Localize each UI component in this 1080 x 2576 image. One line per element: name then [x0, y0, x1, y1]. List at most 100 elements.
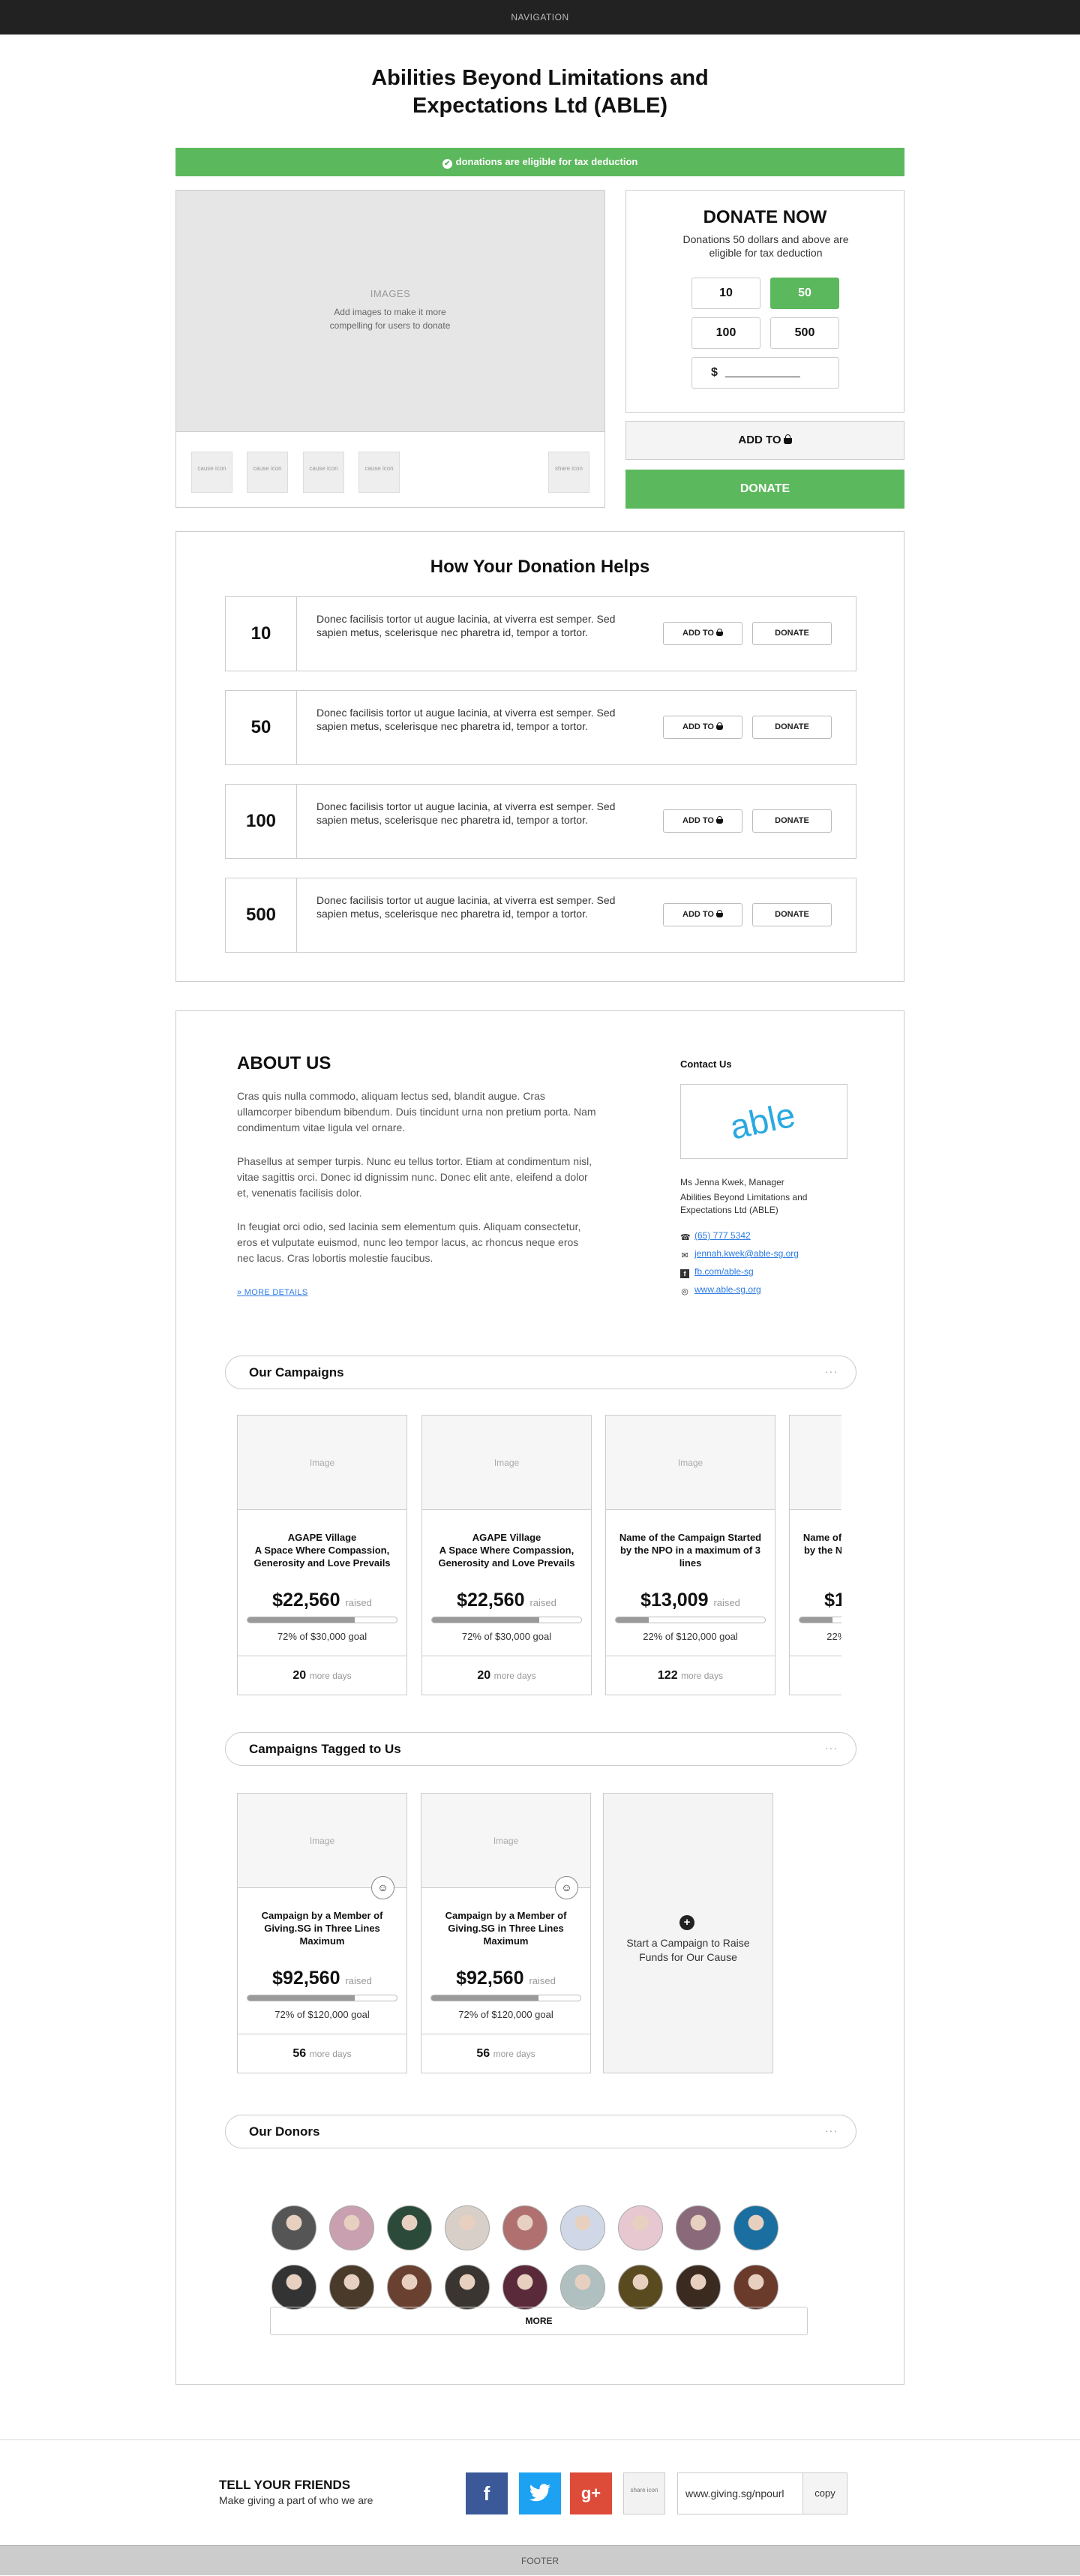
donor-avatar[interactable] [618, 2265, 663, 2310]
campaigns-carousel[interactable]: Image AGAPE Village A Space Where Compas… [237, 1415, 842, 1696]
tier-donate-button[interactable]: DONATE [752, 716, 832, 739]
more-donors-button[interactable]: MORE [270, 2307, 808, 2335]
tagged-campaign-card[interactable]: Image ☺ Campaign by a Member of Giving.S… [421, 1793, 591, 2073]
donor-avatar[interactable] [676, 2265, 721, 2310]
our-donors-title: Our Donors [249, 2115, 320, 2148]
cause-icon[interactable]: cause icon [191, 452, 232, 493]
campaign-raised: $92,560 raised [429, 1968, 583, 1989]
our-campaigns-header[interactable]: Our Campaigns ··· [225, 1356, 856, 1389]
donor-avatar[interactable] [387, 2265, 432, 2310]
raised-label: raised [345, 1975, 371, 1986]
tier-add-to-button[interactable]: ADD TO [663, 622, 742, 645]
donor-avatar[interactable] [734, 2265, 778, 2310]
more-options-icon[interactable]: ··· [825, 2115, 838, 2146]
amount-option-10[interactable]: 10 [692, 278, 760, 309]
campaign-goal: 72% of $30,000 goal [238, 1631, 406, 1642]
campaign-raised: $22,560 raised [430, 1590, 584, 1611]
more-options-icon[interactable]: ··· [825, 1733, 838, 1764]
more-details-link[interactable]: » MORE DETAILS [237, 1288, 308, 1297]
tier-description: Donec facilisis tortor ut augue lacinia,… [316, 612, 639, 639]
image-gallery: IMAGES Add images to make it more compel… [176, 190, 605, 508]
donor-avatar[interactable] [560, 2205, 605, 2250]
campaign-days-left: 20 more days [422, 1656, 591, 1695]
campaign-title: Campaign by a Member of Giving.SG in Thr… [429, 1909, 583, 1947]
donor-avatar[interactable] [272, 2265, 316, 2310]
donor-avatar[interactable] [445, 2265, 490, 2310]
campaign-raised: $13,009 raised [614, 1590, 767, 1611]
start-campaign-card[interactable]: + Start a Campaign to Raise Funds for Ou… [603, 1793, 773, 2073]
campaign-progress-bar [799, 1617, 842, 1623]
tier-add-to-button[interactable]: ADD TO [663, 716, 742, 739]
donor-avatar[interactable] [272, 2205, 316, 2250]
tier-description: Donec facilisis tortor ut augue lacinia,… [316, 800, 639, 827]
more-options-icon[interactable]: ··· [825, 1356, 838, 1387]
donor-avatar[interactable] [387, 2205, 432, 2250]
donor-avatar[interactable] [618, 2205, 663, 2250]
website-link[interactable]: www.able-sg.org [694, 1284, 761, 1295]
donor-avatar[interactable] [445, 2205, 490, 2250]
mail-icon: ✉ [680, 1251, 689, 1260]
campaign-card[interactable]: Image Name of the Campaign Started by th… [605, 1415, 776, 1695]
tier-donate-button[interactable]: DONATE [752, 809, 832, 833]
donor-avatar[interactable] [329, 2205, 374, 2250]
cause-icon[interactable]: cause icon [303, 452, 344, 493]
facebook-link[interactable]: fb.com/able-sg [694, 1266, 754, 1277]
share-url-field[interactable]: www.giving.sg/npourl [677, 2472, 803, 2514]
copy-url-button[interactable]: copy [802, 2472, 848, 2514]
contact-website[interactable]: ◎ www.able-sg.org [680, 1284, 761, 1296]
add-to-label: ADD TO [682, 629, 714, 638]
tax-deduction-banner: ✔donations are eligible for tax deductio… [176, 148, 904, 176]
campaign-progress-bar [430, 1995, 581, 2001]
donate-button[interactable]: DONATE [626, 470, 904, 509]
tier-add-to-button[interactable]: ADD TO [663, 809, 742, 833]
tier-donate-button[interactable]: DONATE [752, 622, 832, 645]
custom-amount-input[interactable]: $ [692, 357, 839, 389]
navigation-bar[interactable]: NAVIGATION [0, 0, 1080, 35]
campaign-goal: 22% of $120,000 goal [606, 1631, 775, 1642]
contact-facebook[interactable]: ffb.com/able-sg [680, 1266, 754, 1278]
cause-icon[interactable]: cause icon [358, 452, 400, 493]
tagged-campaign-card[interactable]: Image ☺ Campaign by a Member of Giving.S… [237, 1793, 407, 2073]
share-icon[interactable]: share icon [623, 2472, 665, 2514]
email-link[interactable]: jennah.kwek@able-sg.org [694, 1248, 799, 1259]
check-circle-icon: ✔ [442, 159, 452, 169]
campaign-card[interactable]: Image AGAPE Village A Space Where Compas… [237, 1415, 407, 1695]
raised-amount: $92,560 [456, 1968, 524, 1989]
about-paragraph: In feugiat orci odio, sed lacinia sem el… [237, 1219, 597, 1266]
campaign-card[interactable]: Image AGAPE Village A Space Where Compas… [422, 1415, 592, 1695]
amount-option-50-selected[interactable]: 50 [770, 278, 839, 309]
google-plus-share-icon[interactable]: g+ [570, 2472, 612, 2514]
basket-icon [716, 725, 723, 730]
days-label: more days [494, 1671, 536, 1681]
donor-avatar[interactable] [502, 2205, 548, 2250]
tier-donate-button[interactable]: DONATE [752, 903, 832, 926]
add-to-label: ADD TO [682, 816, 714, 825]
amount-option-100[interactable]: 100 [692, 317, 760, 349]
tier-add-to-button[interactable]: ADD TO [663, 903, 742, 926]
campaign-raised: $92,560 raised [245, 1968, 399, 1989]
tell-friends-subtitle: Make giving a part of who we are [219, 2494, 373, 2506]
donor-avatar[interactable] [329, 2265, 374, 2310]
donor-avatar[interactable] [676, 2205, 721, 2250]
globe-icon: ◎ [680, 1287, 689, 1296]
campaign-progress-bar [247, 1617, 398, 1623]
contact-phone[interactable]: ☎ (65) 777 5342 [680, 1230, 751, 1242]
cause-icon[interactable]: cause icon [247, 452, 288, 493]
donor-avatar[interactable] [560, 2265, 605, 2310]
add-to-basket-button[interactable]: ADD TO [626, 421, 904, 460]
twitter-share-icon[interactable] [519, 2472, 561, 2514]
tier-description: Donec facilisis tortor ut augue lacinia,… [316, 706, 639, 733]
campaign-card[interactable]: Image Name of the Campaign Started by th… [789, 1415, 842, 1695]
contact-us-title: Contact Us [680, 1058, 732, 1070]
phone-link[interactable]: (65) 777 5342 [694, 1230, 751, 1241]
contact-email[interactable]: ✉ jennah.kwek@able-sg.org [680, 1248, 799, 1260]
donor-avatar[interactable] [734, 2205, 778, 2250]
amount-option-500[interactable]: 500 [770, 317, 839, 349]
facebook-share-icon[interactable]: f [466, 2472, 508, 2514]
our-donors-header[interactable]: Our Donors ··· [225, 2115, 856, 2148]
share-icon[interactable]: share icon [548, 452, 590, 493]
phone-icon: ☎ [680, 1233, 689, 1242]
main-image-placeholder[interactable]: IMAGES Add images to make it more compel… [176, 191, 604, 432]
donor-avatar[interactable] [502, 2265, 548, 2310]
tagged-campaigns-header[interactable]: Campaigns Tagged to Us ··· [225, 1732, 856, 1766]
